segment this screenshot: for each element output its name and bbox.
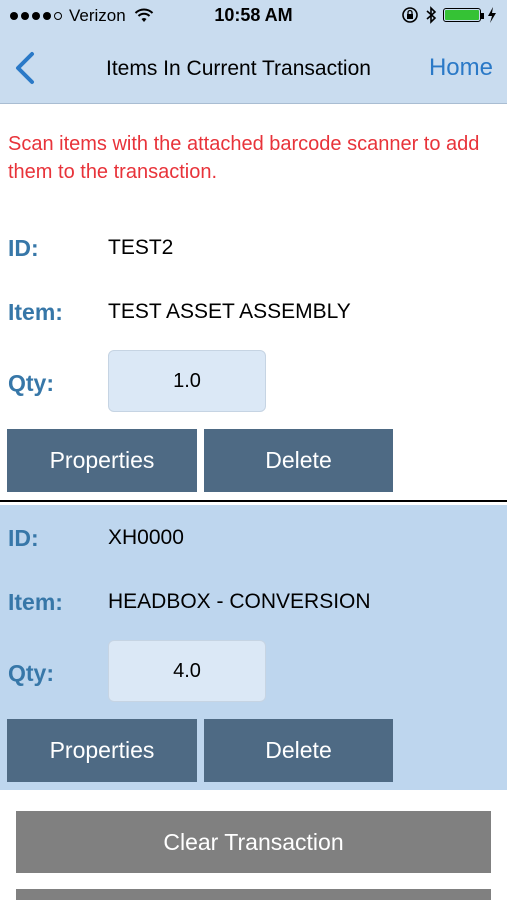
- qty-label: Qty:: [8, 370, 54, 396]
- transaction-item: ID: XH0000 Item: HEADBOX - CONVERSION Qt…: [0, 505, 507, 790]
- id-label: ID:: [8, 525, 39, 551]
- item-value: TEST ASSET ASSEMBLY: [108, 300, 351, 323]
- properties-button[interactable]: Properties: [7, 429, 197, 492]
- home-button[interactable]: Home: [429, 54, 493, 82]
- partial-footer-button[interactable]: [16, 889, 491, 900]
- id-value: TEST2: [108, 236, 174, 259]
- id-value: XH0000: [108, 526, 184, 549]
- bluetooth-icon: [426, 6, 437, 24]
- item-label: Item:: [8, 299, 63, 325]
- item-value: HEADBOX - CONVERSION: [108, 590, 371, 613]
- orientation-lock-icon: [402, 7, 418, 23]
- delete-button[interactable]: Delete: [204, 719, 393, 782]
- battery-level: [445, 10, 479, 20]
- qty-input[interactable]: 4.0: [108, 640, 266, 702]
- clear-transaction-button[interactable]: Clear Transaction: [16, 811, 491, 873]
- qty-input[interactable]: 1.0: [108, 350, 266, 412]
- charging-bolt-icon: [488, 7, 496, 23]
- properties-button[interactable]: Properties: [7, 719, 197, 782]
- scan-instruction: Scan items with the attached barcode sca…: [8, 133, 480, 183]
- qty-label: Qty:: [8, 660, 54, 686]
- navigation-bar: Items In Current Transaction Home: [0, 34, 507, 104]
- status-right: [401, 6, 497, 24]
- chevron-left-icon[interactable]: [10, 48, 40, 88]
- page-title: Items In Current Transaction: [106, 57, 371, 80]
- status-bar: Verizon 10:58 AM: [0, 0, 507, 34]
- id-label: ID:: [8, 235, 39, 261]
- item-divider: [0, 500, 507, 502]
- delete-button[interactable]: Delete: [204, 429, 393, 492]
- item-label: Item:: [8, 589, 63, 615]
- battery-icon: [443, 8, 484, 22]
- transaction-item: ID: TEST2 Item: TEST ASSET ASSEMBLY Qty:…: [0, 215, 507, 500]
